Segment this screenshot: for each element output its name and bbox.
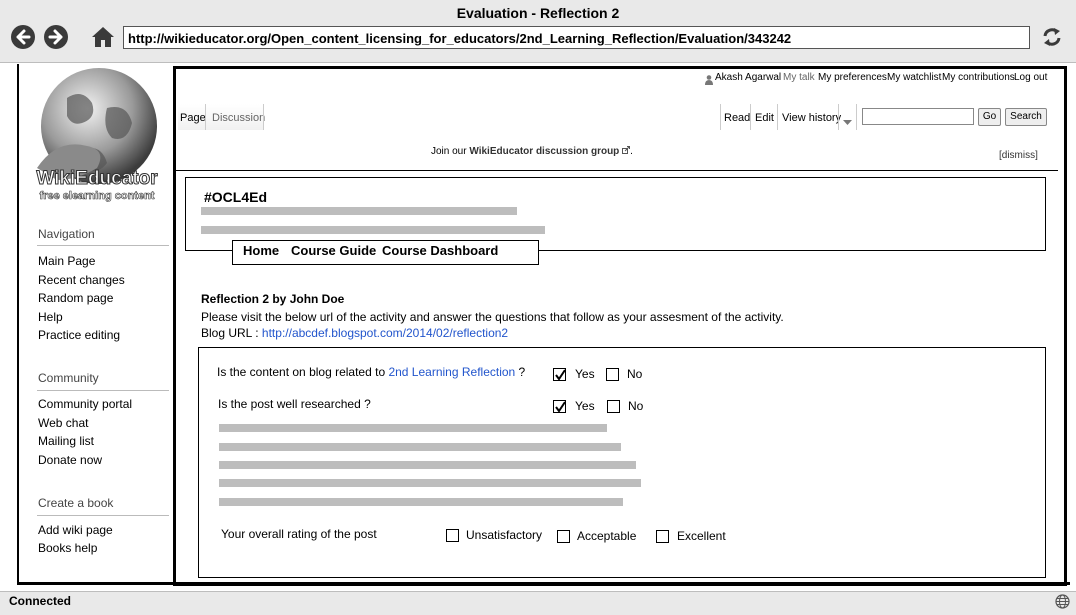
sidebar-item-mailing-list[interactable]: Mailing list [38,434,94,448]
tab-separator [777,104,778,130]
course-nav-home[interactable]: Home [243,243,279,258]
rating-unsatisfactory-label: Unsatisfactory [466,528,543,542]
window-title: Evaluation - Reflection 2 [456,5,620,21]
blog-url-link[interactable]: http://abcdef.blogspot.com/2014/02/refle… [262,326,508,340]
redacted-text-bar [219,498,623,506]
reload-icon[interactable] [1040,25,1064,49]
search-input[interactable] [862,108,974,125]
blog-url-label: Blog URL : [201,326,262,340]
notice-divider [176,170,1058,171]
course-hashtag: #OCL4Ed [204,189,268,205]
sidebar-divider [37,390,169,391]
reflection-description: Please visit the below url of the activi… [201,310,784,324]
sidebar-heading-community: Community [38,371,99,385]
tab-separator [205,104,206,130]
rating-excellent-checkbox[interactable] [656,530,669,543]
tab-separator [720,104,721,130]
notice-text: Join our [431,146,470,157]
globe-icon [1055,594,1070,609]
sidebar-item-random-page[interactable]: Random page [38,291,113,305]
tab-discussion[interactable]: Discussion [212,112,265,124]
tab-edit[interactable]: Edit [755,112,774,124]
q2-yes-checkbox[interactable] [553,400,566,413]
sidebar-item-practice-editing[interactable]: Practice editing [38,328,120,342]
q1-yes-checkbox[interactable] [553,368,566,381]
question-1-text: Is the content on blog related to [217,365,389,379]
sidebar-divider [37,515,169,516]
search-button[interactable]: Search [1005,108,1047,126]
tab-read[interactable]: Read [724,112,750,124]
tab-separator [838,104,839,130]
sidebar-item-add-wiki-page[interactable]: Add wiki page [38,523,113,537]
status-text: Connected [9,594,72,608]
status-bar [0,591,1076,615]
discussion-group-link[interactable]: WikiEducator discussion group [469,146,619,157]
checkmark-icon [555,401,566,413]
tab-view-history[interactable]: View history [782,112,841,124]
my-talk-link[interactable]: My talk [783,72,815,83]
user-icon [705,72,713,85]
tab-page[interactable]: Page [180,112,206,124]
sidebar-item-help[interactable]: Help [38,310,63,324]
dismiss-link[interactable]: [dismiss] [999,150,1038,161]
sidebar-heading-create-book: Create a book [38,496,114,510]
my-contributions-link[interactable]: My contributions [942,72,1015,83]
blog-url-line: Blog URL : http://abcdef.blogspot.com/20… [201,326,508,340]
sidebar-item-main-page[interactable]: Main Page [38,254,95,268]
redacted-text-bar [201,207,517,215]
q1-no-label: No [627,367,643,381]
redacted-text-bar [219,424,607,432]
logo-title: WikiEducator [36,168,158,190]
checkmark-icon [555,369,566,381]
rating-excellent-label: Excellent [677,529,726,543]
rating-acceptable-label: Acceptable [577,529,637,543]
user-link[interactable]: Akash Agarwal [715,72,781,83]
sidebar-divider [37,245,169,246]
sidebar-heading-navigation: Navigation [38,227,95,241]
q1-yes-label: Yes [575,367,595,381]
redacted-text-bar [201,226,545,234]
external-link-icon [622,146,631,154]
q2-yes-label: Yes [575,399,595,413]
page-border-left [17,64,19,584]
tab-separator [750,104,751,130]
back-arrow-icon[interactable] [11,25,35,49]
question-2: Is the post well researched ? [218,397,371,411]
sidebar-item-community-portal[interactable]: Community portal [38,397,132,411]
question-1-suffix: ? [515,365,526,379]
q2-no-label: No [628,399,644,413]
my-watchlist-link[interactable]: My watchlist [887,72,941,83]
url-bar[interactable]: http://wikieducator.org/Open_content_lic… [123,26,1030,49]
rating-acceptable-checkbox[interactable] [557,530,570,543]
sidebar-item-books-help[interactable]: Books help [38,541,97,555]
logo-tagline: free elearning content [39,190,155,203]
reflection-title: Reflection 2 by John Doe [201,292,345,306]
tab-separator [263,104,264,130]
rating-unsatisfactory-checkbox[interactable] [446,529,459,542]
my-preferences-link[interactable]: My preferences [818,72,887,83]
tab-separator [856,104,857,130]
redacted-text-bar [219,479,641,487]
learning-reflection-link[interactable]: 2nd Learning Reflection [388,365,515,379]
course-nav-course-dashboard[interactable]: Course Dashboard [382,243,498,258]
course-nav-course-guide[interactable]: Course Guide [291,243,376,258]
home-icon[interactable] [91,25,115,49]
notice-suffix: . [630,146,633,157]
redacted-text-bar [219,461,636,469]
redacted-text-bar [219,443,621,451]
sidebar-item-donate-now[interactable]: Donate now [38,453,102,467]
chevron-down-icon[interactable] [843,113,852,125]
rating-label: Your overall rating of the post [221,527,377,541]
q2-no-checkbox[interactable] [607,400,620,413]
forward-arrow-icon[interactable] [44,25,68,49]
wikieducator-logo[interactable]: WikiEducator free elearning content [27,68,167,208]
sidebar-item-recent-changes[interactable]: Recent changes [38,273,125,287]
question-1: Is the content on blog related to 2nd Le… [217,365,525,379]
q1-no-checkbox[interactable] [606,368,619,381]
go-button[interactable]: Go [978,108,1001,126]
sidebar-item-web-chat[interactable]: Web chat [38,416,88,430]
log-out-link[interactable]: Log out [1014,72,1047,83]
